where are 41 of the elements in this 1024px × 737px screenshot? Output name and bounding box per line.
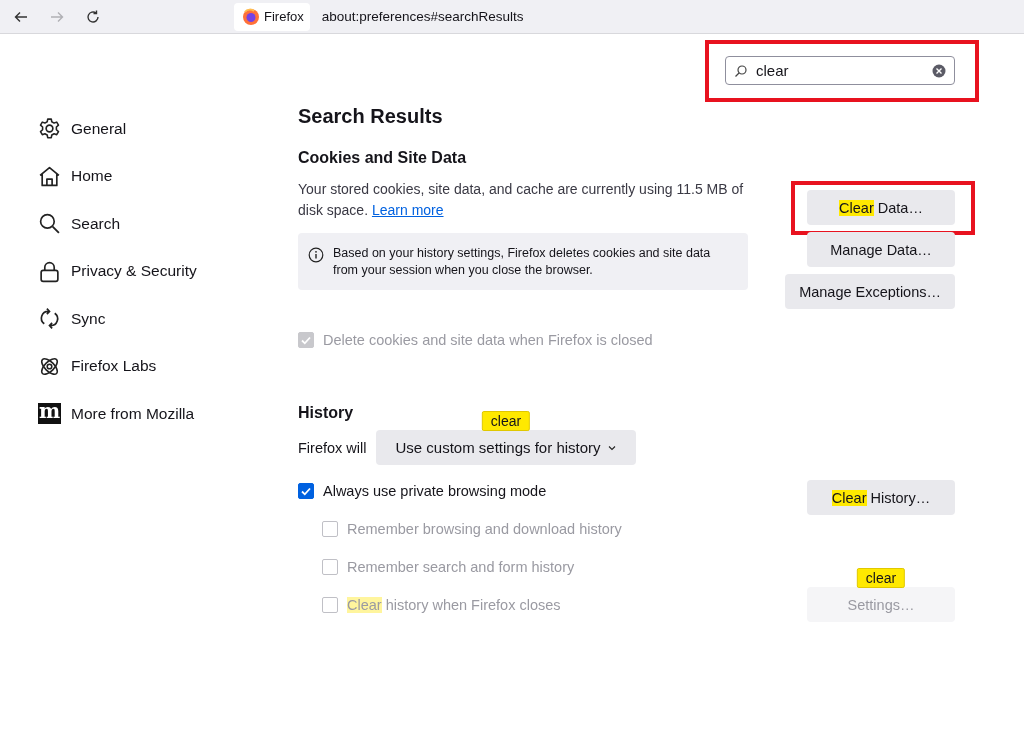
sidebar-item[interactable]: General [38,105,298,153]
reload-icon [85,8,101,25]
sidebar-item[interactable]: Firefox Labs [38,342,298,390]
sidebar-item[interactable]: Sync [38,295,298,343]
checkbox[interactable] [298,483,314,499]
action-button[interactable]: Manage Data… [807,232,955,267]
action-button[interactable]: Clear History… [807,480,955,515]
history-mode-dropdown[interactable]: Use custom settings for history [376,430,636,465]
sidebar-item[interactable]: Search [38,200,298,248]
address-field[interactable]: about:preferences#searchResults [321,9,524,24]
info-icon [308,247,324,263]
clear-icon[interactable] [932,63,946,78]
home-icon [38,164,61,188]
section-title: History [298,404,354,422]
checkmark-icon [300,485,312,497]
info-text: Based on your history settings, Firefox deletes cookies and site data from your session when you close the browser. [333,245,712,279]
search-icon [734,63,748,78]
identity-box[interactable]: Firefox [234,2,310,31]
section-title: Cookies and Site Data [298,149,468,167]
search-tooltip: clear [856,568,906,588]
checkmark-icon [300,334,312,346]
browser-logo-icon [242,7,260,26]
gear-icon [38,117,61,141]
identity-label: Firefox [264,9,304,24]
mozilla-logo-icon: m [38,403,61,425]
search-field[interactable]: clear [725,56,955,85]
sidebar-item[interactable]: m More from Mozilla [38,390,298,438]
chevron-down-icon [606,443,617,452]
action-button[interactable]: Manage Exceptions… [785,274,955,309]
search-icon [38,212,61,236]
lock-icon [38,259,61,283]
checkbox-row[interactable]: Always use private browsing mode [298,472,622,510]
sync-icon [38,307,61,331]
action-button[interactable]: Clear Data… [807,190,955,225]
learn-more-link[interactable]: Learn more [371,202,444,218]
field-label: Firefox will [298,439,367,456]
sidebar-item[interactable]: Home [38,152,298,200]
page-title: Search Results [298,105,444,129]
description-text: Your stored cookies, site data, and cache are currently using 11.5 MB of disk space. Learn more [298,180,745,220]
search-tooltip: clear [481,411,531,431]
sidebar-item[interactable]: Privacy & Security [38,247,298,295]
